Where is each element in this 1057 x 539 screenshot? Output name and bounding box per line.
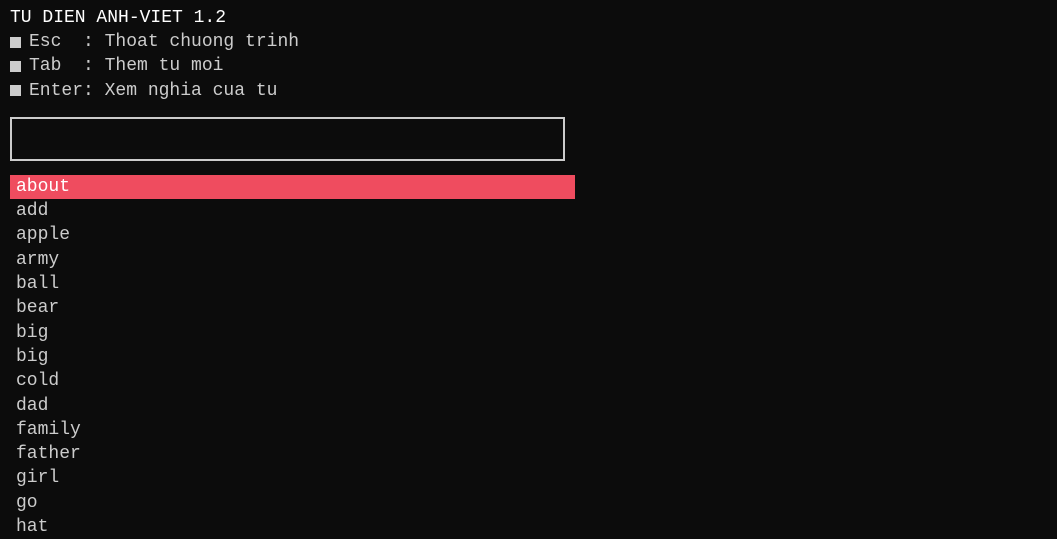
bullet-icon xyxy=(10,85,21,96)
word-item[interactable]: add xyxy=(10,199,575,223)
help-line-tab: Tab : Them tu moi xyxy=(10,54,1047,78)
help-text-tab: Tab : Them tu moi xyxy=(29,54,223,78)
help-text-enter: Enter: Xem nghia cua tu xyxy=(29,79,277,103)
word-item[interactable]: father xyxy=(10,442,575,466)
word-item[interactable]: hat xyxy=(10,515,575,539)
word-item[interactable]: dad xyxy=(10,394,575,418)
word-item[interactable]: girl xyxy=(10,466,575,490)
help-line-esc: Esc : Thoat chuong trinh xyxy=(10,30,1047,54)
word-item[interactable]: cold xyxy=(10,369,575,393)
word-list: aboutaddapplearmyballbearbigbigcolddadfa… xyxy=(10,175,575,539)
word-item[interactable]: bear xyxy=(10,296,575,320)
word-item[interactable]: big xyxy=(10,321,575,345)
word-item[interactable]: ball xyxy=(10,272,575,296)
help-line-enter: Enter: Xem nghia cua tu xyxy=(10,79,1047,103)
app-title: TU DIEN ANH-VIET 1.2 xyxy=(10,8,1047,28)
bullet-icon xyxy=(10,37,21,48)
word-item[interactable]: family xyxy=(10,418,575,442)
help-text-esc: Esc : Thoat chuong trinh xyxy=(29,30,299,54)
search-input[interactable] xyxy=(10,117,565,161)
word-item[interactable]: go xyxy=(10,491,575,515)
word-item[interactable]: about xyxy=(10,175,575,199)
word-item[interactable]: apple xyxy=(10,223,575,247)
word-item[interactable]: army xyxy=(10,248,575,272)
word-item[interactable]: big xyxy=(10,345,575,369)
bullet-icon xyxy=(10,61,21,72)
